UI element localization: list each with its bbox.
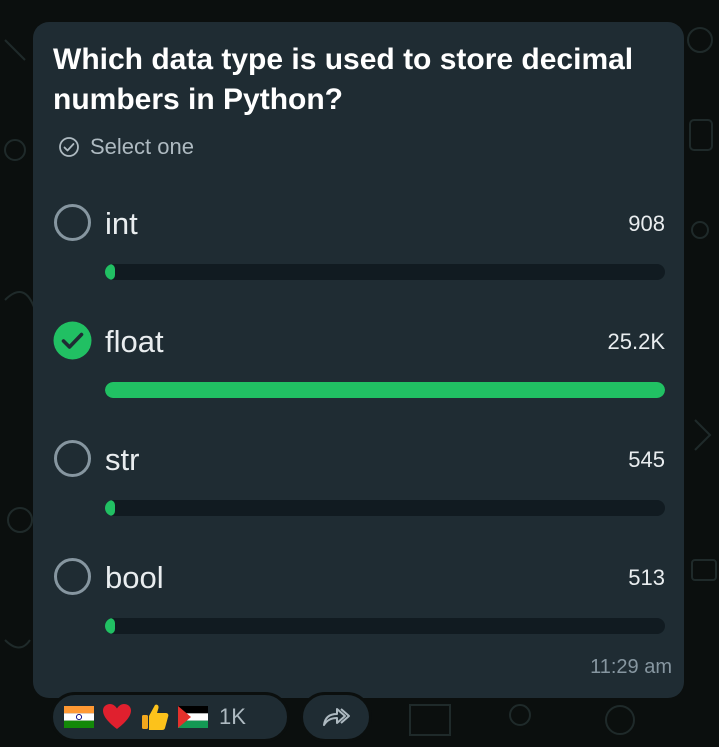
poll-option-label: int: [105, 206, 138, 241]
vote-count: 545: [628, 447, 665, 472]
poll-option-label: str: [105, 442, 140, 477]
red-heart-icon: [101, 703, 133, 731]
vote-progress-fill: [105, 382, 665, 398]
poll-option-bool[interactable]: bool 513: [53, 557, 665, 637]
reaction-count: 1K: [219, 704, 246, 729]
select-one-label: Select one: [90, 134, 194, 159]
vote-progress-track: [105, 500, 665, 516]
vote-progress-fill: [105, 264, 115, 280]
select-one-hint: Select one: [58, 134, 194, 160]
vote-count: 513: [628, 565, 665, 590]
poll-option-label: float: [105, 324, 164, 359]
india-flag-icon: [63, 703, 95, 731]
message-timestamp: 11:29 am: [590, 656, 672, 678]
radio-unselected-icon[interactable]: [53, 439, 92, 478]
thumbs-up-icon: [139, 703, 171, 731]
vote-count: 908: [628, 211, 665, 236]
poll-option-float[interactable]: float 25.2K: [53, 321, 665, 401]
reactions-pill[interactable]: 1K: [50, 692, 290, 742]
radio-selected-check-icon[interactable]: [53, 321, 92, 360]
poll-question: Which data type is used to store decimal…: [53, 43, 634, 116]
poll-message-bubble: Which data type is used to store decimal…: [33, 22, 684, 698]
poll-option-int[interactable]: int 908: [53, 203, 665, 283]
palestine-flag-icon: [177, 703, 209, 731]
vote-progress-track: [105, 264, 665, 280]
vote-progress-track: [105, 618, 665, 634]
vote-progress-fill: [105, 618, 115, 634]
check-circle-icon: [59, 137, 79, 157]
poll-option-str[interactable]: str 545: [53, 439, 665, 519]
radio-unselected-icon[interactable]: [53, 203, 92, 242]
vote-progress-track: [105, 382, 665, 398]
vote-progress-fill: [105, 500, 115, 516]
radio-unselected-icon[interactable]: [53, 557, 92, 596]
forward-button[interactable]: [300, 692, 372, 742]
vote-count: 25.2K: [607, 329, 666, 354]
forward-icon: [323, 708, 350, 726]
poll-option-label: bool: [105, 560, 164, 595]
